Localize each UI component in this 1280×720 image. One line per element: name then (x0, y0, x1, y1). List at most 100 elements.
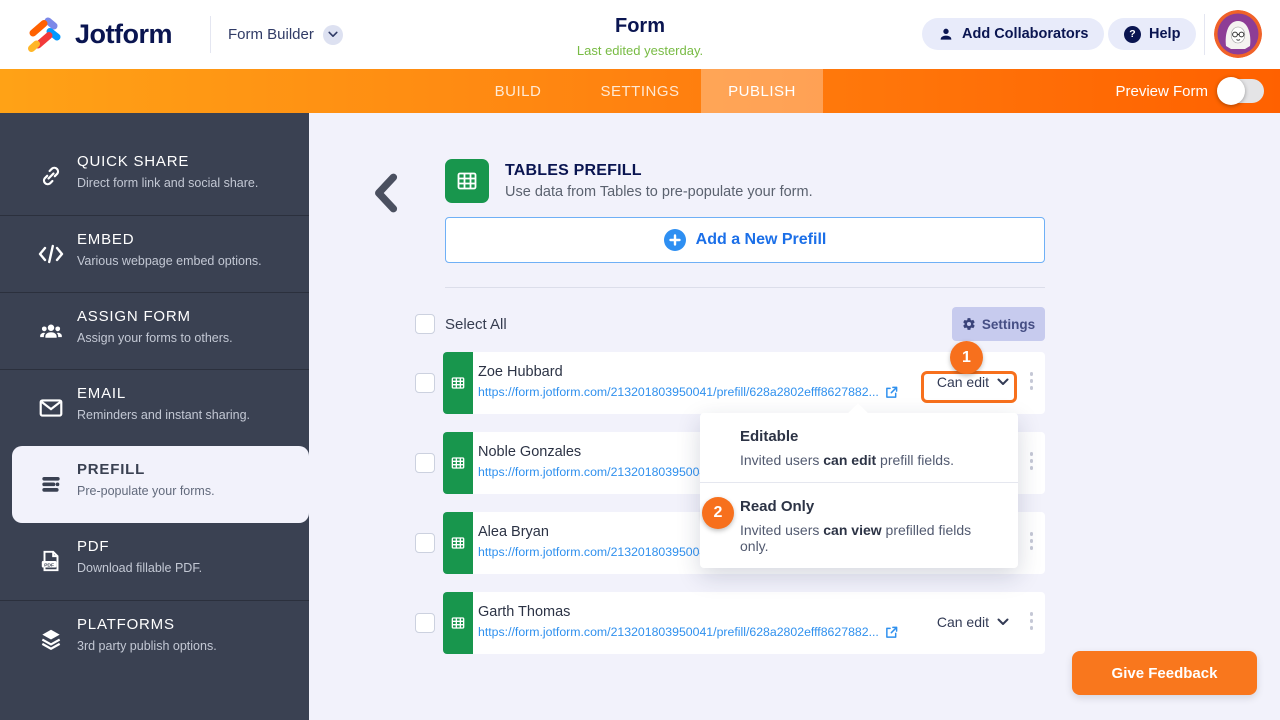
sidebar-item-pdf[interactable]: PDF PDF Download fillable PDF. (0, 523, 309, 600)
sidebar-item-title: ASSIGN FORM (77, 308, 191, 325)
sidebar-item-title: PLATFORMS (77, 616, 175, 633)
jotform-logo[interactable]: Jotform (24, 0, 173, 69)
pdf-icon: PDF (38, 548, 64, 574)
sidebar-item-title: PREFILL (77, 461, 146, 478)
back-button[interactable] (371, 172, 401, 214)
gear-icon (962, 317, 976, 331)
users-icon (38, 318, 64, 344)
table-icon (445, 159, 489, 203)
dropdown-option-editable[interactable]: Editable Invited users can edit prefill … (700, 413, 1018, 482)
app-switcher-label: Form Builder (228, 26, 314, 43)
sidebar-item-quick-share[interactable]: QUICK SHARE Direct form link and social … (0, 138, 309, 215)
list-divider (445, 287, 1045, 288)
list-icon (38, 471, 64, 497)
help-button[interactable]: ? Help (1108, 18, 1197, 50)
sidebar-item-subtitle: Assign your forms to others. (77, 331, 233, 345)
permission-dropdown-button[interactable]: Can edit (937, 614, 1009, 630)
chevron-down-icon (997, 378, 1009, 386)
permission-value: Can edit (936, 614, 989, 630)
layers-icon (38, 626, 64, 652)
question-icon: ? (1124, 25, 1141, 43)
envelope-icon (38, 395, 64, 421)
form-title-block: Form Last edited yesterday. (577, 15, 703, 58)
table-icon (443, 592, 473, 654)
external-link-icon (885, 626, 898, 639)
row-checkbox[interactable] (415, 613, 435, 633)
chevron-down-icon (322, 24, 343, 45)
sidebar-item-title: PDF (77, 538, 110, 555)
table-icon (443, 432, 473, 494)
sidebar-item-subtitle: Download fillable PDF. (77, 561, 203, 575)
header-divider (210, 16, 211, 53)
user-avatar[interactable] (1214, 10, 1262, 58)
give-feedback-label: Give Feedback (1111, 664, 1218, 682)
publish-sidebar: QUICK SHARE Direct form link and social … (0, 113, 309, 720)
permission-value: Can edit (936, 374, 989, 390)
page-title[interactable]: Form (577, 15, 703, 38)
brand-name: Jotform (75, 19, 173, 49)
add-new-prefill-button[interactable]: Add a New Prefill (445, 217, 1045, 263)
row-more-menu[interactable] (1029, 612, 1033, 630)
jotform-logo-icon (24, 15, 64, 55)
row-more-menu[interactable] (1029, 372, 1033, 390)
code-icon (38, 241, 64, 267)
dropdown-option-read-only[interactable]: Read Only Invited users can view prefill… (700, 482, 1018, 568)
tab-settings[interactable]: SETTINGS (579, 69, 701, 113)
dropdown-option-title: Read Only (740, 498, 815, 515)
preview-form-toggle[interactable] (1217, 77, 1264, 105)
prefill-name: Garth Thomas (478, 604, 571, 620)
sidebar-item-subtitle: Various webpage embed options. (77, 254, 262, 268)
sidebar-item-assign-form[interactable]: ASSIGN FORM Assign your forms to others. (0, 292, 309, 369)
app-switcher[interactable]: Form Builder (228, 0, 343, 69)
builder-navbar: BUILD SETTINGS PUBLISH Preview Form (0, 69, 1280, 113)
sidebar-item-embed[interactable]: EMBED Various webpage embed options. (0, 215, 309, 292)
sidebar-item-title: QUICK SHARE (77, 153, 190, 170)
sidebar-item-prefill[interactable]: PREFILL Pre-populate your forms. (12, 446, 309, 523)
dropdown-option-title: Editable (740, 428, 799, 445)
help-label: Help (1149, 26, 1181, 42)
prefill-name: Zoe Hubbard (478, 364, 563, 380)
prefill-url-link[interactable]: https://form.jotform.com/213201803950041… (478, 625, 898, 639)
permission-dropdown-button[interactable]: Can edit (937, 374, 1009, 390)
sidebar-item-subtitle: 3rd party publish options. (77, 639, 217, 653)
tab-publish[interactable]: PUBLISH (701, 69, 823, 113)
section-title: TABLES PREFILL (505, 162, 642, 179)
link-icon (38, 163, 64, 189)
tab-build[interactable]: BUILD (457, 69, 579, 113)
add-collaborators-button[interactable]: Add Collaborators (922, 18, 1105, 50)
add-collaborators-label: Add Collaborators (962, 26, 1089, 42)
plus-icon (663, 229, 686, 251)
row-more-menu[interactable] (1029, 452, 1033, 470)
add-new-prefill-label: Add a New Prefill (695, 231, 827, 248)
prefill-url-link[interactable]: https://form.jotform.com/213201803950041… (478, 385, 898, 399)
table-icon (443, 512, 473, 574)
prefill-url-text: https://form.jotform.com/213201803950041… (478, 625, 879, 639)
sidebar-item-platforms[interactable]: PLATFORMS 3rd party publish options. (0, 600, 309, 677)
permission-dropdown-menu: Editable Invited users can edit prefill … (700, 403, 1018, 568)
annotation-step-1: 1 (950, 341, 983, 374)
sidebar-item-subtitle: Direct form link and social share. (77, 176, 259, 190)
nav-tabs: BUILD SETTINGS PUBLISH (457, 69, 823, 113)
settings-label: Settings (981, 316, 1036, 332)
prefill-row: Zoe Hubbard https://form.jotform.com/213… (415, 341, 1045, 414)
settings-button[interactable]: Settings (952, 307, 1045, 341)
dropdown-option-description: Invited users can edit prefill fields. (740, 452, 954, 468)
give-feedback-button[interactable]: Give Feedback (1072, 651, 1257, 695)
row-checkbox[interactable] (415, 453, 435, 473)
chevron-down-icon (997, 618, 1009, 626)
prefill-row: Garth Thomas https://form.jotform.com/21… (415, 592, 1045, 654)
section-subtitle: Use data from Tables to pre-populate you… (505, 184, 813, 200)
row-checkbox[interactable] (415, 373, 435, 393)
sidebar-item-email[interactable]: EMAIL Reminders and instant sharing. (0, 369, 309, 446)
external-link-icon (885, 386, 898, 399)
sidebar-item-title: EMAIL (77, 385, 127, 402)
row-more-menu[interactable] (1029, 532, 1033, 550)
table-icon (443, 352, 473, 414)
sidebar-item-subtitle: Reminders and instant sharing. (77, 408, 251, 422)
dropdown-option-description: Invited users can view prefilled fields … (740, 522, 972, 554)
prefill-name: Alea Bryan (478, 524, 549, 540)
header-divider (1204, 14, 1205, 55)
row-checkbox[interactable] (415, 533, 435, 553)
person-icon (938, 26, 954, 42)
select-all-checkbox[interactable] (415, 314, 435, 334)
